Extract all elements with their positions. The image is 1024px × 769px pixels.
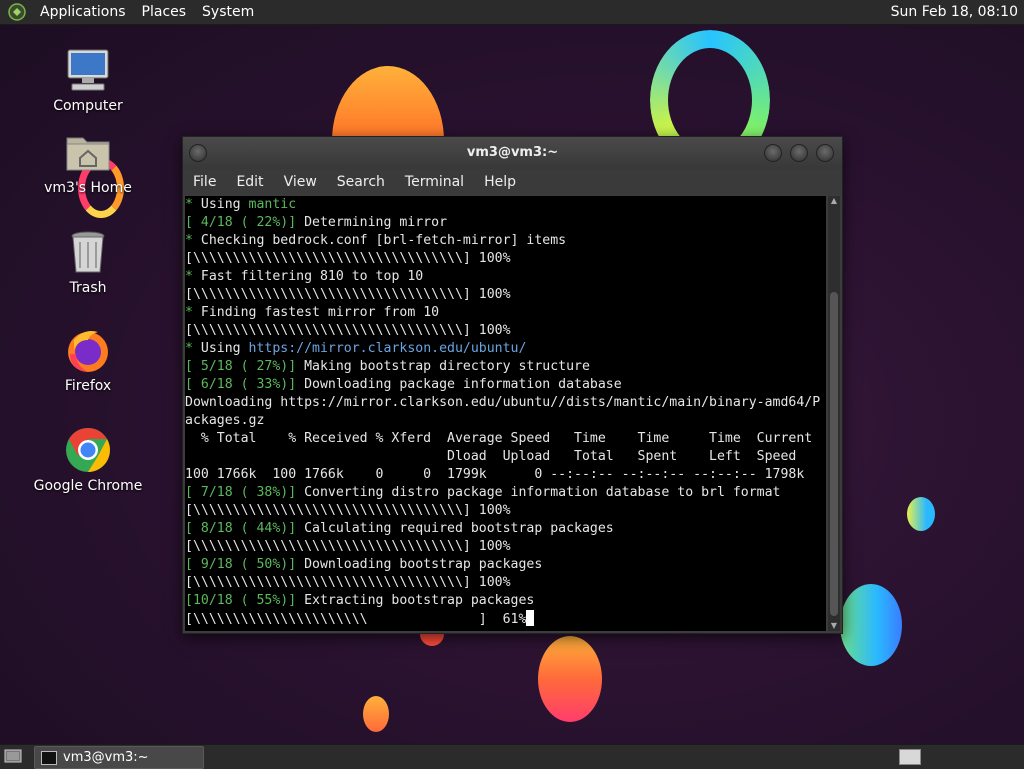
window-title: vm3@vm3:~	[466, 145, 559, 160]
scrollbar-thumb[interactable]	[830, 292, 838, 616]
taskbar-label: vm3@vm3:~	[63, 750, 149, 765]
terminal-line: * Finding fastest mirror from 10	[185, 305, 440, 320]
menu-file[interactable]: File	[183, 174, 226, 190]
terminal-line: [\\\\\\\\\\\\\\\\\\\\\\\\\\\\\\\\\\] 100…	[185, 503, 511, 518]
workspace-switcher[interactable]	[899, 749, 921, 765]
wallpaper-shape	[907, 497, 935, 531]
close-button[interactable]	[816, 144, 834, 162]
home-folder-icon	[64, 128, 112, 176]
menu-search[interactable]: Search	[327, 174, 395, 190]
terminal-line: % Total % Received % Xferd Average Speed…	[185, 431, 813, 446]
wallpaper-shape	[538, 636, 602, 722]
wallpaper-shape	[840, 584, 902, 666]
menu-edit[interactable]: Edit	[226, 174, 273, 190]
desktop-icon-chrome[interactable]: Google Chrome	[33, 426, 143, 494]
distro-logo-icon[interactable]	[8, 3, 26, 21]
terminal-line: [ 6/18 ( 33%)] Downloading package infor…	[185, 377, 622, 392]
terminal-line: Dload Upload Total Spent Left Speed	[185, 449, 797, 464]
menu-places[interactable]: Places	[134, 0, 195, 24]
desktop-icon-firefox[interactable]: Firefox	[33, 326, 143, 394]
desktop-icon-trash[interactable]: Trash	[33, 228, 143, 296]
menu-help[interactable]: Help	[474, 174, 526, 190]
terminal-line: [ 9/18 ( 50%)] Downloading bootstrap pac…	[185, 557, 543, 572]
terminal-line: * Using https://mirror.clarkson.edu/ubun…	[185, 341, 527, 356]
terminal-line: * Checking bedrock.conf [brl-fetch-mirro…	[185, 233, 567, 248]
scroll-up-icon[interactable]: ▲	[828, 196, 840, 206]
terminal-line: 100 1766k 100 1766k 0 0 1799k 0 --:--:--…	[185, 467, 805, 482]
terminal-window[interactable]: vm3@vm3:~ File Edit View Search Terminal…	[182, 136, 843, 634]
menu-system[interactable]: System	[194, 0, 262, 24]
terminal-line: * Using mantic	[185, 197, 297, 212]
bottom-panel: vm3@vm3:~	[0, 744, 1024, 769]
terminal-line: [10/18 ( 55%)] Extracting bootstrap pack…	[185, 593, 535, 608]
menu-view[interactable]: View	[274, 174, 327, 190]
terminal-line: [\\\\\\\\\\\\\\\\\\\\\\\\\\\\\\\\\\] 100…	[185, 323, 511, 338]
terminal-line: * Fast filtering 810 to top 10	[185, 269, 424, 284]
terminal-output[interactable]: * Using mantic [ 4/18 ( 22%)] Determining…	[185, 196, 826, 631]
terminal-line: ackages.gz	[185, 413, 265, 428]
terminal-line: Downloading https://mirror.clarkson.edu/…	[185, 395, 821, 410]
wallpaper-shape	[363, 696, 389, 732]
terminal-line: [\\\\\\\\\\\\\\\\\\\\\\\\\\\\\\\\\\] 100…	[185, 287, 511, 302]
terminal-line: [\\\\\\\\\\\\\\\\\\\\\\\\\\\\\\\\\\] 100…	[185, 251, 511, 266]
top-panel: Applications Places System Sun Feb 18, 0…	[0, 0, 1024, 25]
terminal-cursor	[526, 610, 535, 626]
show-desktop-icon[interactable]	[4, 748, 22, 764]
chrome-icon	[64, 426, 112, 474]
firefox-icon	[64, 326, 112, 374]
desktop-icon-home[interactable]: vm3's Home	[33, 128, 143, 196]
terminal-icon	[41, 750, 57, 765]
menu-terminal[interactable]: Terminal	[395, 174, 474, 190]
terminal-line: [ 7/18 ( 38%)] Converting distro package…	[185, 485, 781, 500]
terminal-line: [ 4/18 ( 22%)] Determining mirror	[185, 215, 448, 230]
minimize-button[interactable]	[764, 144, 782, 162]
maximize-button[interactable]	[790, 144, 808, 162]
desktop-icon-computer[interactable]: Computer	[33, 46, 143, 114]
window-titlebar[interactable]: vm3@vm3:~	[183, 137, 842, 169]
terminal-line: [\\\\\\\\\\\\\\\\\\\\\\ ] 61%	[185, 610, 826, 628]
menu-applications[interactable]: Applications	[32, 0, 134, 24]
terminal-line: [ 8/18 ( 44%)] Calculating required boot…	[185, 521, 614, 536]
terminal-line: [ 5/18 ( 27%)] Making bootstrap director…	[185, 359, 590, 374]
terminal-line: [\\\\\\\\\\\\\\\\\\\\\\\\\\\\\\\\\\] 100…	[185, 575, 511, 590]
terminal-menubar: File Edit View Search Terminal Help	[183, 169, 842, 195]
trash-icon	[64, 228, 112, 276]
clock[interactable]: Sun Feb 18, 08:10	[891, 0, 1018, 24]
terminal-line: [\\\\\\\\\\\\\\\\\\\\\\\\\\\\\\\\\\] 100…	[185, 539, 511, 554]
terminal-scrollbar[interactable]: ▲ ▼	[828, 196, 840, 631]
scroll-down-icon[interactable]: ▼	[828, 621, 840, 631]
computer-icon	[64, 46, 112, 94]
taskbar-terminal[interactable]: vm3@vm3:~	[34, 746, 204, 769]
